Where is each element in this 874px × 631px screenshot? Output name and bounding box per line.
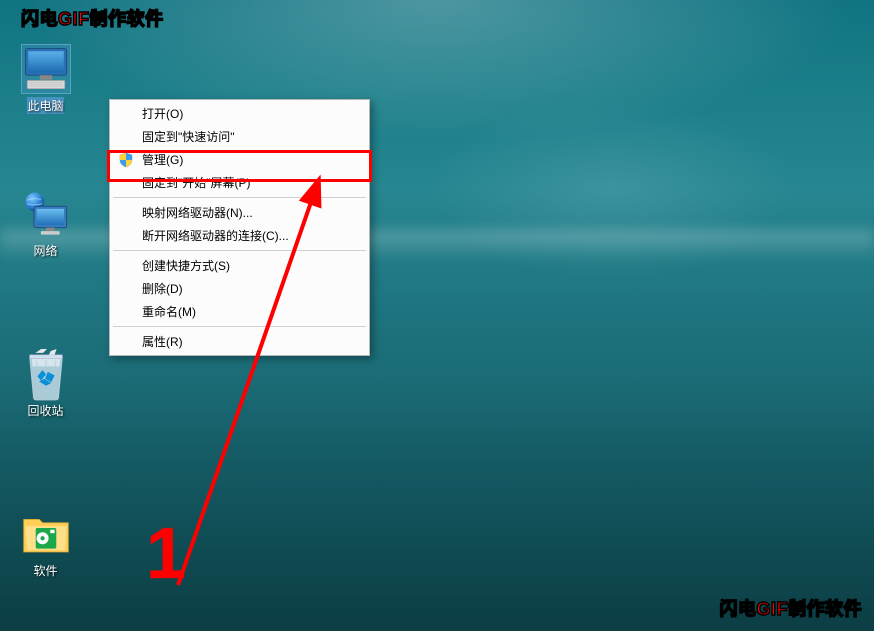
desktop-icon-this-pc[interactable]: 此电脑 bbox=[8, 45, 83, 114]
watermark-white: 制作软件 bbox=[90, 9, 164, 29]
desktop-icon-software-folder[interactable]: 软件 bbox=[8, 510, 83, 579]
menu-separator bbox=[113, 197, 366, 198]
menu-item-create-shortcut[interactable]: 创建快捷方式(S) bbox=[112, 254, 367, 277]
menu-item-disconnect-drive[interactable]: 断开网络驱动器的连接(C)... bbox=[112, 224, 367, 247]
menu-separator bbox=[113, 326, 366, 327]
shield-icon bbox=[118, 152, 134, 168]
context-menu: 打开(O) 固定到"快速访问" 管理(G) 固定到"开始"屏幕(P) 映射网络驱… bbox=[109, 99, 370, 356]
desktop-icon-label: 网络 bbox=[33, 242, 57, 259]
menu-item-label: 删除(D) bbox=[142, 280, 183, 297]
menu-item-label: 管理(G) bbox=[142, 151, 183, 168]
watermark-red: 闪电GIF bbox=[21, 9, 90, 29]
desktop-icon-label: 软件 bbox=[33, 562, 57, 579]
recycle-bin-icon bbox=[22, 350, 70, 398]
desktop-icon-label: 此电脑 bbox=[27, 97, 63, 114]
menu-item-label: 断开网络驱动器的连接(C)... bbox=[142, 227, 289, 244]
menu-item-label: 固定到"快速访问" bbox=[142, 128, 235, 145]
menu-item-pin-start[interactable]: 固定到"开始"屏幕(P) bbox=[112, 171, 367, 194]
network-icon bbox=[22, 190, 70, 238]
computer-icon bbox=[22, 45, 70, 93]
watermark-bottom: 闪电GIF制作软件 bbox=[720, 595, 863, 621]
menu-item-manage[interactable]: 管理(G) bbox=[112, 148, 367, 171]
desktop-icon-recycle-bin[interactable]: 回收站 bbox=[8, 350, 83, 419]
desktop-icon-label: 回收站 bbox=[27, 402, 63, 419]
desktop-icon-network[interactable]: 网络 bbox=[8, 190, 83, 259]
menu-item-label: 重命名(M) bbox=[142, 303, 196, 320]
menu-item-rename[interactable]: 重命名(M) bbox=[112, 300, 367, 323]
menu-item-delete[interactable]: 删除(D) bbox=[112, 277, 367, 300]
folder-icon bbox=[22, 510, 70, 558]
menu-item-label: 固定到"开始"屏幕(P) bbox=[142, 174, 251, 191]
annotation-step-number: 1 bbox=[146, 513, 186, 595]
watermark-top: 闪电GIF制作软件 bbox=[21, 5, 164, 31]
watermark-white: 制作软件 bbox=[788, 599, 862, 619]
menu-item-label: 属性(R) bbox=[142, 333, 183, 350]
menu-item-label: 映射网络驱动器(N)... bbox=[142, 204, 253, 221]
menu-item-pin-quick-access[interactable]: 固定到"快速访问" bbox=[112, 125, 367, 148]
menu-item-properties[interactable]: 属性(R) bbox=[112, 330, 367, 353]
menu-item-label: 创建快捷方式(S) bbox=[142, 257, 230, 274]
menu-item-label: 打开(O) bbox=[142, 105, 183, 122]
menu-item-map-drive[interactable]: 映射网络驱动器(N)... bbox=[112, 201, 367, 224]
menu-separator bbox=[113, 250, 366, 251]
menu-item-open[interactable]: 打开(O) bbox=[112, 102, 367, 125]
watermark-red: 闪电GIF bbox=[720, 599, 789, 619]
